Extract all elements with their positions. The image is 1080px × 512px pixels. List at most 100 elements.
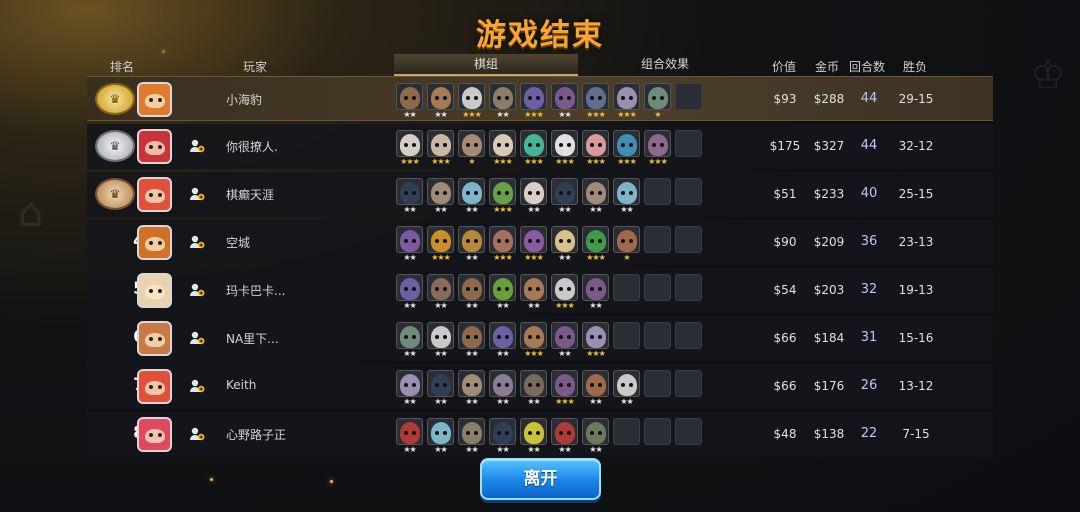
chess-piece[interactable]: ★★★	[427, 226, 454, 264]
chess-piece[interactable]: ★★	[396, 226, 423, 264]
player-name[interactable]: 棋癫天涯	[226, 186, 274, 203]
chess-piece[interactable]: ★★	[582, 274, 609, 312]
chess-piece[interactable]: ★	[644, 83, 671, 121]
tab-pieces[interactable]: 棋组	[394, 54, 578, 76]
chess-piece[interactable]: ★★★	[551, 274, 578, 312]
chess-piece[interactable]: ★★★	[489, 130, 516, 168]
add-friend-icon[interactable]	[189, 282, 205, 298]
chess-piece[interactable]: ★★★	[644, 130, 671, 168]
avatar[interactable]	[137, 417, 172, 452]
chess-piece[interactable]: ★★★	[613, 83, 640, 121]
star-level-icon: ★★★	[617, 157, 637, 166]
chess-piece[interactable]: ★★	[582, 178, 609, 216]
chess-piece[interactable]: ★★★	[520, 83, 547, 121]
chess-piece[interactable]: ★★	[489, 370, 516, 408]
chess-piece[interactable]: ★★	[458, 226, 485, 264]
table-row[interactable]: 7 Keith ★★	[87, 364, 993, 409]
chess-piece[interactable]: ★★	[613, 370, 640, 408]
chess-piece[interactable]: ★★	[582, 370, 609, 408]
player-name[interactable]: 空城	[226, 234, 250, 251]
player-name[interactable]: NA里下...	[226, 330, 279, 347]
avatar[interactable]	[137, 225, 172, 260]
table-row[interactable]: 8 心野路子正 ★★	[87, 412, 993, 457]
chess-piece[interactable]: ★★★	[582, 226, 609, 264]
chess-piece[interactable]: ★★★	[520, 226, 547, 264]
chess-piece[interactable]: ★★	[582, 418, 609, 456]
chess-piece[interactable]: ★★	[551, 178, 578, 216]
chess-piece[interactable]: ★★	[613, 178, 640, 216]
add-friend-icon[interactable]	[189, 378, 205, 394]
chess-piece[interactable]: ★★★	[520, 322, 547, 360]
chess-piece[interactable]: ★★	[520, 370, 547, 408]
chess-piece[interactable]: ★★★	[427, 130, 454, 168]
star-level-icon: ★★★	[617, 110, 637, 119]
table-row[interactable]: ♛ 棋癫天涯 ★★ ★★ ★★ ★★★ ★★ ★★ ★★ ★★ $51 $233…	[87, 172, 993, 217]
add-friend-icon[interactable]	[189, 330, 205, 346]
add-friend-icon[interactable]	[189, 186, 205, 202]
add-friend-icon[interactable]	[189, 138, 205, 154]
chess-piece[interactable]: ★★★	[458, 83, 485, 121]
chess-piece[interactable]: ★★★	[520, 130, 547, 168]
chess-piece[interactable]: ★★	[458, 178, 485, 216]
avatar[interactable]	[137, 321, 172, 356]
chess-piece[interactable]: ★★★	[489, 226, 516, 264]
chess-piece[interactable]: ★★	[458, 274, 485, 312]
chess-piece[interactable]: ★★	[520, 274, 547, 312]
avatar[interactable]	[137, 177, 172, 212]
chess-piece[interactable]: ★★	[551, 322, 578, 360]
chess-piece[interactable]: ★★★	[582, 83, 609, 121]
add-friend-icon[interactable]	[189, 234, 205, 250]
avatar[interactable]	[137, 273, 172, 308]
chess-piece[interactable]: ★★	[427, 370, 454, 408]
table-row[interactable]: 4 空城 ★★	[87, 220, 993, 265]
chess-piece[interactable]: ★★	[489, 322, 516, 360]
chess-piece[interactable]: ★★	[427, 83, 454, 121]
table-row[interactable]: ♛ 你很撩人. ★★★ ★★★ ★ ★★★ ★★★ ★★★ ★★★ ★★★ ★★…	[87, 124, 993, 169]
player-name[interactable]: 玛卡巴卡...	[226, 282, 285, 299]
chess-piece[interactable]: ★★★	[396, 130, 423, 168]
player-name[interactable]: 你很撩人.	[226, 138, 278, 155]
table-row[interactable]: ♛ 小海豹 ★★ ★★ ★★★ ★★ ★★★ ★★ ★★★ ★★★ ★ $93 …	[87, 76, 993, 121]
chess-piece[interactable]: ★★	[396, 274, 423, 312]
chess-piece[interactable]: ★★	[458, 418, 485, 456]
player-name[interactable]: 心野路子正	[226, 426, 286, 443]
chess-piece[interactable]: ★	[613, 226, 640, 264]
chess-piece[interactable]: ★★	[427, 322, 454, 360]
chess-piece[interactable]: ★★	[489, 274, 516, 312]
table-row[interactable]: 5 玛卡巴卡... ★★	[87, 268, 993, 313]
chess-piece[interactable]: ★★	[551, 418, 578, 456]
avatar[interactable]	[137, 82, 172, 117]
chess-piece[interactable]: ★★	[489, 418, 516, 456]
tab-synergy[interactable]: 组合效果	[582, 54, 748, 76]
player-name[interactable]: 小海豹	[226, 91, 262, 108]
chess-piece[interactable]: ★★★	[582, 322, 609, 360]
chess-piece[interactable]: ★★	[396, 322, 423, 360]
leave-button[interactable]: 离开	[480, 458, 601, 500]
chess-piece[interactable]: ★★★	[551, 130, 578, 168]
player-name[interactable]: Keith	[226, 378, 256, 392]
chess-piece[interactable]: ★★	[396, 83, 423, 121]
chess-piece[interactable]: ★★	[427, 418, 454, 456]
chess-piece[interactable]: ★★	[520, 418, 547, 456]
chess-piece[interactable]: ★★	[427, 274, 454, 312]
chess-piece[interactable]: ★★	[551, 83, 578, 121]
chess-piece[interactable]: ★★★	[551, 370, 578, 408]
table-row[interactable]: 6 NA里下... ★★	[87, 316, 993, 361]
chess-piece[interactable]: ★★	[551, 226, 578, 264]
chess-piece[interactable]: ★★	[396, 178, 423, 216]
chess-piece[interactable]: ★★	[427, 178, 454, 216]
chess-piece[interactable]: ★★★	[489, 178, 516, 216]
chess-piece[interactable]: ★★	[458, 322, 485, 360]
add-friend-icon[interactable]	[189, 426, 205, 442]
chess-piece[interactable]: ★★★	[613, 130, 640, 168]
chess-piece[interactable]: ★★	[396, 370, 423, 408]
chess-piece[interactable]: ★★	[489, 83, 516, 121]
avatar[interactable]	[137, 369, 172, 404]
chess-piece[interactable]: ★★	[458, 370, 485, 408]
chess-piece[interactable]: ★★★	[582, 130, 609, 168]
empty-slot	[675, 418, 702, 456]
avatar[interactable]	[137, 129, 172, 164]
chess-piece[interactable]: ★	[458, 130, 485, 168]
chess-piece[interactable]: ★★	[396, 418, 423, 456]
chess-piece[interactable]: ★★	[520, 178, 547, 216]
